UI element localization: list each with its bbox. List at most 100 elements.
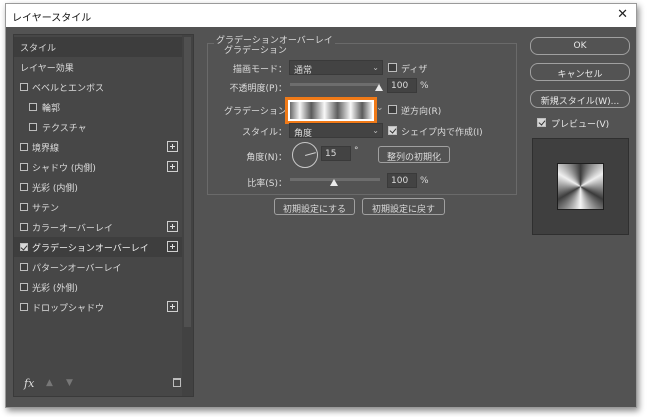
- checkbox[interactable]: [20, 263, 28, 271]
- list-item-label: 光彩 (内側): [32, 184, 78, 194]
- checkbox[interactable]: [20, 83, 28, 91]
- new-style-button[interactable]: 新規スタイル(W)...: [530, 90, 630, 108]
- list-item-label: サテン: [32, 204, 60, 214]
- add-icon[interactable]: [167, 221, 178, 232]
- opacity-value: 100: [391, 81, 409, 91]
- add-icon[interactable]: [167, 241, 178, 252]
- styles-list: スタイル レイヤー効果 ベベルとエンボス 輪郭 テクスチャ 境界線 シャドウ (…: [13, 34, 194, 397]
- checkbox[interactable]: [20, 163, 28, 171]
- title-bar: レイヤースタイル ✕: [6, 4, 636, 27]
- cancel-label: キャンセル: [557, 70, 603, 80]
- list-footer: fx ▲ ▼: [14, 372, 193, 396]
- list-item-label: パターンオーバーレイ: [32, 264, 122, 274]
- align-with-layer-checkbox[interactable]: [388, 126, 397, 135]
- layer-style-dialog: レイヤースタイル ✕ スタイル レイヤー効果 ベベルとエンボス 輪郭 テクスチャ…: [5, 3, 637, 408]
- checkbox[interactable]: [20, 283, 28, 291]
- list-item-style-header[interactable]: スタイル: [14, 37, 182, 57]
- add-icon[interactable]: [167, 141, 178, 152]
- scroll-thumb[interactable]: [184, 37, 191, 327]
- checkbox[interactable]: [29, 103, 37, 111]
- list-item-inner-shadow[interactable]: シャドウ (内側): [14, 157, 182, 177]
- cancel-button[interactable]: キャンセル: [530, 63, 630, 81]
- list-item-label: テクスチャ: [42, 124, 87, 134]
- list-item-drop-shadow[interactable]: ドロップシャドウ: [14, 297, 182, 317]
- reset-alignment-label: 整列の初期化: [386, 153, 441, 163]
- opacity-slider[interactable]: [290, 83, 380, 86]
- list-item-label: 境界線: [32, 144, 60, 154]
- blend-mode-value: 通常: [294, 66, 313, 76]
- trash-icon[interactable]: [173, 378, 181, 387]
- chevron-down-icon[interactable]: ⌄: [376, 103, 384, 113]
- chevron-down-icon: ⌄: [372, 63, 379, 72]
- blend-mode-label: 描画モード：: [232, 65, 287, 75]
- move-down-icon[interactable]: ▼: [66, 378, 73, 388]
- dither-checkbox[interactable]: [388, 63, 397, 72]
- move-up-icon[interactable]: ▲: [46, 378, 53, 388]
- list-item-contour[interactable]: 輪郭: [14, 97, 182, 117]
- checkbox[interactable]: [20, 183, 28, 191]
- add-icon[interactable]: [167, 301, 178, 312]
- preview-swatch: [557, 163, 604, 210]
- ok-button[interactable]: OK: [530, 37, 630, 55]
- checkbox[interactable]: [20, 223, 28, 231]
- list-item-label: レイヤー効果: [20, 64, 74, 74]
- fx-icon[interactable]: fx: [24, 377, 34, 390]
- list-item-label: ベベルとエンボス: [32, 84, 105, 94]
- opacity-input[interactable]: 100: [387, 78, 417, 93]
- make-default-label: 初期設定にする: [282, 205, 347, 215]
- gradient-preview: [290, 102, 372, 119]
- scale-input[interactable]: 100: [387, 173, 417, 188]
- scale-value: 100: [391, 176, 409, 186]
- list-scrollbar[interactable]: [182, 35, 193, 396]
- align-with-layer-label: シェイプ内で作成(I): [401, 128, 483, 138]
- angle-input[interactable]: 15: [321, 146, 351, 161]
- list-item-inner-glow[interactable]: 光彩 (内側): [14, 177, 182, 197]
- checkbox[interactable]: [29, 123, 37, 131]
- list-item-satin[interactable]: サテン: [14, 197, 182, 217]
- gradient-picker[interactable]: [285, 97, 377, 124]
- angle-label: 角度(N)：: [246, 153, 287, 163]
- gradient-label: グラデーション：: [224, 107, 296, 117]
- preview-label: プレビュー(V): [551, 120, 610, 130]
- add-icon[interactable]: [167, 161, 178, 172]
- scale-label: 比率(S)：: [247, 179, 287, 189]
- checkbox[interactable]: [20, 143, 28, 151]
- blend-mode-select[interactable]: 通常 ⌄: [289, 60, 383, 76]
- angle-value: 15: [325, 149, 337, 159]
- opacity-label: 不透明度(P)：: [229, 84, 287, 94]
- checkbox-checked[interactable]: [20, 243, 28, 251]
- reset-default-button[interactable]: 初期設定に戻す: [362, 198, 445, 215]
- style-label: スタイル：: [241, 128, 287, 138]
- list-item-label: シャドウ (内側): [32, 164, 96, 174]
- list-item-pattern-overlay[interactable]: パターンオーバーレイ: [14, 257, 182, 277]
- list-item-label: スタイル: [20, 44, 57, 54]
- preview-checkbox[interactable]: [537, 118, 546, 127]
- opacity-slider-thumb[interactable]: [375, 84, 383, 91]
- list-item-color-overlay[interactable]: カラーオーバーレイ: [14, 217, 182, 237]
- make-default-button[interactable]: 初期設定にする: [274, 198, 355, 215]
- list-item-label: グラデーションオーバーレイ: [32, 244, 149, 254]
- reset-alignment-button[interactable]: 整列の初期化: [378, 146, 450, 163]
- list-item-texture[interactable]: テクスチャ: [14, 117, 182, 137]
- angle-unit: °: [354, 146, 359, 156]
- list-item-label: ドロップシャドウ: [32, 304, 105, 314]
- dither-label: ディザ: [401, 65, 428, 75]
- style-select[interactable]: 角度 ⌄: [289, 123, 383, 139]
- checkbox[interactable]: [20, 303, 28, 311]
- list-item-stroke[interactable]: 境界線: [14, 137, 182, 157]
- reset-default-label: 初期設定に戻す: [371, 205, 435, 215]
- checkbox[interactable]: [20, 203, 28, 211]
- ok-label: OK: [573, 41, 587, 51]
- list-item-bevel-emboss[interactable]: ベベルとエンボス: [14, 77, 182, 97]
- close-icon[interactable]: ✕: [617, 7, 628, 22]
- list-item-layer-effects[interactable]: レイヤー効果: [14, 57, 182, 77]
- list-item-outer-glow[interactable]: 光彩 (外側): [14, 277, 182, 297]
- angle-dial-icon[interactable]: [292, 142, 318, 168]
- style-preview: [532, 138, 629, 235]
- opacity-unit: %: [420, 81, 429, 91]
- list-item-label: 光彩 (外側): [32, 284, 78, 294]
- window-title: レイヤースタイル: [12, 13, 92, 24]
- scale-slider-thumb[interactable]: [330, 179, 338, 186]
- list-item-gradient-overlay[interactable]: グラデーションオーバーレイ: [14, 237, 182, 257]
- reverse-checkbox[interactable]: [388, 105, 397, 114]
